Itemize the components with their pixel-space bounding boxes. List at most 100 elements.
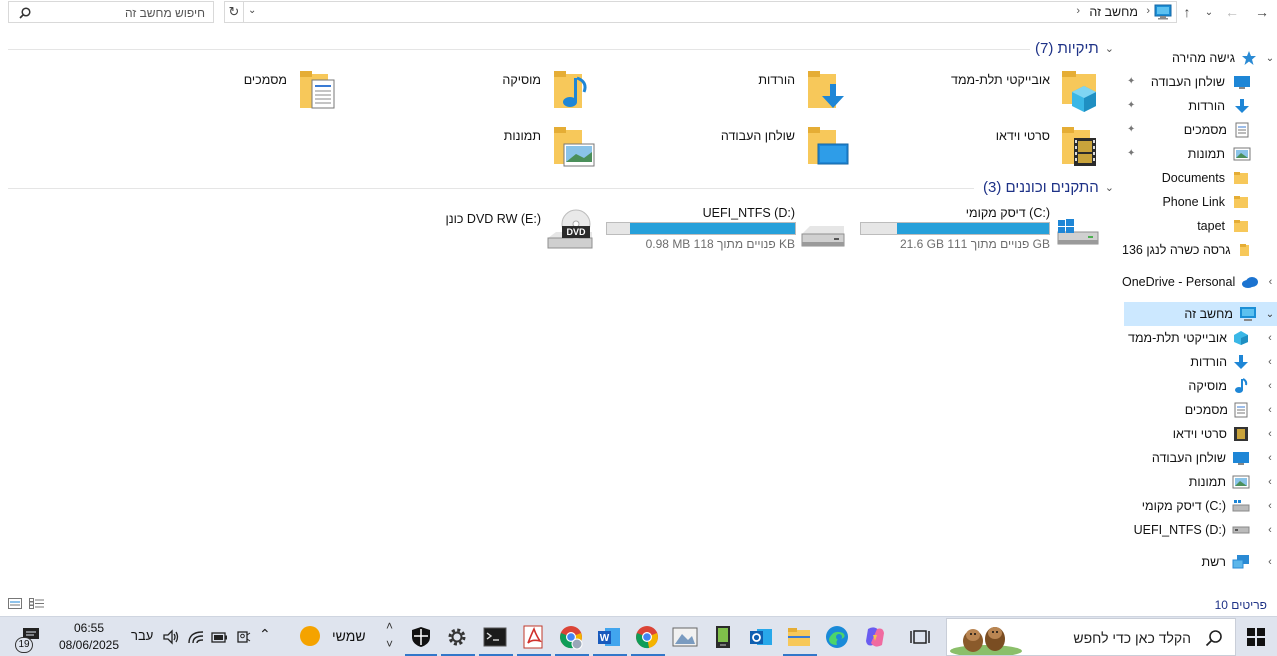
folder-tile-videos[interactable]: סרטי וידאו [944, 120, 1108, 172]
expand-chevron-icon[interactable]: ⌄ [1263, 309, 1277, 320]
address-bar[interactable]: › מחשב זה › ⌄ [243, 1, 1177, 23]
drive-free-space: 0.98 MB פנויים מתוך 118 KB [645, 237, 795, 251]
nav-item-downloads[interactable]: הורדות ‹ [1122, 350, 1277, 374]
photo-viewer-button[interactable] [671, 623, 699, 651]
pin-icon: ✦ [1127, 124, 1136, 135]
expand-chevron-icon[interactable]: ‹ [1264, 276, 1277, 288]
windows-logo-icon [1247, 628, 1265, 646]
folder-tile-pictures[interactable]: תמונות [446, 120, 610, 172]
folder-tile-3d-objects[interactable]: אובייקטי תלת-ממד [944, 64, 1108, 116]
address-dropdown-icon[interactable]: ⌄ [248, 5, 256, 16]
expand-chevron-icon[interactable]: ‹ [1263, 476, 1277, 488]
nav-item-folder-kosher-player[interactable]: גרסה כשרה לנגן 136 [1122, 238, 1277, 262]
settings-button[interactable] [443, 623, 471, 651]
copilot-button[interactable] [861, 623, 889, 651]
taskbar-scroll-down-icon[interactable]: ˅ [386, 637, 393, 651]
folder-tile-downloads[interactable]: הורדות [700, 64, 864, 116]
forward-button[interactable]: ← [1222, 2, 1242, 22]
expand-chevron-icon[interactable]: ‹ [1263, 380, 1277, 392]
nav-item-music[interactable]: מוסיקה ‹ [1122, 374, 1277, 398]
nav-item-folder-phone-link[interactable]: Phone Link [1122, 190, 1277, 214]
collapse-chevron-icon[interactable]: ⌄ [1105, 181, 1114, 194]
nav-quick-access[interactable]: גישה מהירה ⌄ [1122, 46, 1277, 70]
expand-chevron-icon[interactable]: ⌄ [1263, 53, 1277, 64]
drive-tile-e-dvd[interactable]: DVD כונן DVD RW (E:) [446, 202, 600, 254]
wifi-icon[interactable] [187, 629, 205, 645]
windows-security-button[interactable] [407, 623, 435, 651]
back-button[interactable]: → [1252, 2, 1272, 22]
document-icon [1234, 402, 1248, 418]
drives-section-header[interactable]: התקנים וכוננים (3) ⌄ [983, 179, 1114, 196]
meet-now-icon[interactable] [235, 629, 251, 645]
task-view-button[interactable] [906, 623, 934, 651]
expand-chevron-icon[interactable]: ‹ [1263, 332, 1277, 344]
nav-item-downloads-pinned[interactable]: ✦ הורדות [1122, 94, 1277, 118]
folder-tile-documents[interactable]: מסמכים [190, 64, 354, 116]
chrome-button[interactable] [633, 623, 661, 651]
show-hidden-icons-chevron-icon[interactable]: ⌃ [259, 626, 271, 643]
expand-chevron-icon[interactable]: ‹ [1263, 556, 1277, 568]
downloads-folder-icon [808, 71, 844, 108]
expand-chevron-icon[interactable]: ‹ [1263, 404, 1277, 416]
nav-item-onedrive[interactable]: OneDrive - Personal ‹ [1122, 270, 1277, 294]
search-placeholder: חיפוש מחשב זה [125, 6, 205, 20]
nav-item-local-disk-c[interactable]: דיסק מקומי (C:) ‹ [1122, 494, 1277, 518]
arrow-right-icon: ← [1225, 4, 1239, 20]
nav-item-folder-documents[interactable]: Documents [1122, 166, 1277, 190]
folder-tile-desktop[interactable]: שולחן העבודה [700, 120, 864, 172]
app-button[interactable] [709, 623, 737, 651]
nav-item-desktop-pinned[interactable]: ✦ שולחן העבודה [1122, 70, 1277, 94]
expand-chevron-icon[interactable]: ‹ [1263, 500, 1277, 512]
drive-tile-c[interactable]: דיסק מקומי (C:) 21.6 GB פנויים מתוך 111 … [856, 202, 1108, 254]
language-indicator[interactable]: עבר [131, 628, 153, 643]
shield-icon [412, 627, 430, 647]
details-view-icon[interactable] [8, 598, 22, 609]
drive-tile-d[interactable]: UEFI_NTFS (D:) 0.98 MB פנויים מתוך 118 K… [602, 202, 854, 254]
breadcrumb-this-pc[interactable]: מחשב זה [1089, 5, 1138, 19]
pdf-reader-button[interactable] [519, 623, 547, 651]
computer-icon [1154, 4, 1172, 20]
nav-item-this-pc[interactable]: מחשב זה ⌄ [1124, 302, 1277, 326]
refresh-button[interactable]: ↻ [224, 1, 244, 23]
status-bar: 10 פריטים [0, 592, 1277, 616]
weather-widget[interactable]: שמשי [298, 625, 370, 649]
drive-usage-fill [896, 223, 1049, 234]
taskbar-scroll-up-icon[interactable]: ˄ [386, 619, 393, 633]
chrome-profile-button[interactable] [557, 623, 585, 651]
terminal-button[interactable] [481, 623, 509, 651]
nav-item-3d-objects[interactable]: אובייקטי תלת-ממד ‹ [1122, 326, 1277, 350]
nav-item-network[interactable]: רשת ‹ [1122, 550, 1277, 574]
volume-icon[interactable] [162, 629, 180, 645]
up-button[interactable]: ↑ [1177, 2, 1197, 22]
clock[interactable]: 06:55 08/06/2025 [54, 619, 124, 655]
notification-center-button[interactable]: 19 [12, 625, 42, 653]
collapse-chevron-icon[interactable]: ⌄ [1105, 42, 1114, 55]
breadcrumb-separator-icon[interactable]: › [1076, 5, 1080, 17]
nav-item-pictures[interactable]: תמונות ‹ [1122, 470, 1277, 494]
nav-item-desktop[interactable]: שולחן העבודה ‹ [1122, 446, 1277, 470]
nav-item-videos[interactable]: סרטי וידאו ‹ [1122, 422, 1277, 446]
file-explorer-icon [788, 628, 810, 646]
nav-item-folder-tapet[interactable]: tapet [1122, 214, 1277, 238]
expand-chevron-icon[interactable]: ‹ [1263, 428, 1277, 440]
recent-locations-button[interactable]: ⌄ [1199, 2, 1219, 22]
search-input[interactable]: חיפוש מחשב זה [8, 1, 214, 23]
nav-item-documents[interactable]: מסמכים ‹ [1122, 398, 1277, 422]
folder-tile-music[interactable]: מוסיקה [446, 64, 610, 116]
start-button[interactable] [1242, 623, 1270, 651]
edge-button[interactable] [823, 623, 851, 651]
word-button[interactable]: W [595, 623, 623, 651]
task-view-icon [910, 630, 930, 644]
battery-icon[interactable] [210, 629, 228, 645]
expand-chevron-icon[interactable]: ‹ [1263, 452, 1277, 464]
nav-item-uefi-ntfs-d[interactable]: UEFI_NTFS (D:) ‹ [1122, 518, 1277, 542]
outlook-button[interactable] [747, 623, 775, 651]
large-icons-view-icon[interactable] [29, 598, 45, 609]
nav-item-documents-pinned[interactable]: ✦ מסמכים [1122, 118, 1277, 142]
expand-chevron-icon[interactable]: ‹ [1263, 356, 1277, 368]
nav-item-pictures-pinned[interactable]: ✦ תמונות [1122, 142, 1277, 166]
taskbar-search-input[interactable]: הקלד כאן כדי לחפש [946, 618, 1236, 656]
file-explorer-button[interactable] [785, 623, 813, 651]
expand-chevron-icon[interactable]: ‹ [1263, 524, 1277, 536]
folders-section-header[interactable]: תיקיות (7) ⌄ [1035, 40, 1114, 57]
